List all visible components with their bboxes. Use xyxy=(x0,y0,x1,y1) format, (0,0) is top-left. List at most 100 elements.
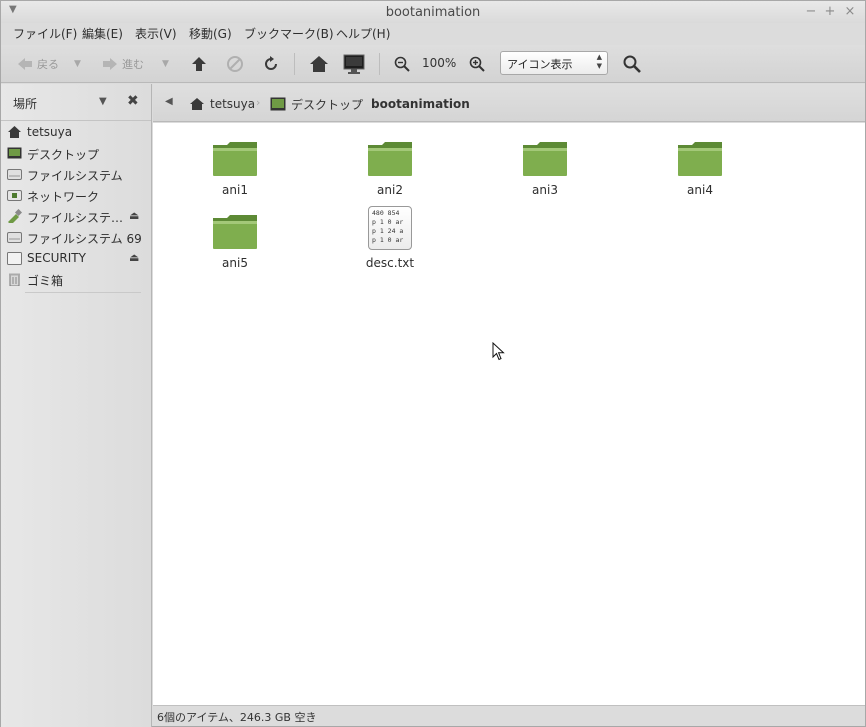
forward-history-dropdown[interactable]: ▼ xyxy=(162,54,169,74)
zoom-in-icon xyxy=(469,56,485,72)
folder-icon xyxy=(523,142,567,176)
reload-button[interactable] xyxy=(262,54,280,74)
toolbar: 戻る ▼ 進む ▼ 100% xyxy=(1,45,865,83)
menu-bar: ファイル(F) 編集(E) 表示(V) 移動(G) ブックマーク(B) ヘルプ(… xyxy=(1,23,865,45)
folder-icon xyxy=(368,142,412,176)
folder-item[interactable]: ani3 xyxy=(495,127,595,197)
sidebar-item-home[interactable]: tetsuya xyxy=(1,122,151,143)
sidebar-mode-dropdown-icon[interactable]: ▼ xyxy=(99,96,107,107)
close-sidebar-icon[interactable]: ✖ xyxy=(127,93,139,109)
window-title: bootanimation xyxy=(385,5,481,20)
computer-button[interactable] xyxy=(343,54,365,74)
desktop-icon xyxy=(7,147,22,159)
file-item[interactable]: 480 854 p 1 0 ar p 1 24 a p 1 0 ar desc.… xyxy=(340,200,440,270)
sidebar-item-security[interactable]: SECURITY ⏏ xyxy=(1,248,151,269)
back-label: 戻る xyxy=(37,58,59,71)
sidebar-item-trash[interactable]: ゴミ箱 xyxy=(1,269,151,290)
search-button[interactable] xyxy=(623,54,641,74)
menu-help[interactable]: ヘルプ(H) xyxy=(336,25,390,42)
menu-file[interactable]: ファイル(F) xyxy=(13,25,77,42)
sidebar-header: 場所 ▼ ✖ xyxy=(1,84,151,121)
sidebar-item-label: ファイルシステ… xyxy=(27,211,124,225)
status-bar: 6個のアイテム、246.3 GB 空き xyxy=(153,705,865,726)
eject-icon[interactable]: ⏏ xyxy=(129,251,139,264)
stop-button[interactable] xyxy=(226,54,244,74)
breadcrumb-label: デスクトップ xyxy=(291,97,364,112)
folder-icon xyxy=(213,215,257,249)
text-file-icon: 480 854 p 1 0 ar p 1 24 a p 1 0 ar xyxy=(368,206,412,250)
path-bar: ◀ tetsuya › デスクトップ › bootanimation xyxy=(153,84,865,122)
back-button[interactable]: 戻る xyxy=(17,54,59,74)
up-arrow-icon xyxy=(192,57,206,71)
title-bar[interactable]: ▼ bootanimation − + × xyxy=(1,1,865,23)
file-view[interactable]: ani1 ani2 ani3 ani4 ani5 480 854 p 1 0 a… xyxy=(153,123,865,705)
file-name: desc.txt xyxy=(365,256,415,270)
preview-line: p 1 0 ar xyxy=(372,236,404,244)
back-history-dropdown[interactable]: ▼ xyxy=(74,54,81,74)
forward-label: 進む xyxy=(122,58,144,71)
chevron-down-icon: ▼ xyxy=(162,59,169,69)
forward-arrow-icon xyxy=(103,58,117,70)
close-window-icon[interactable]: × xyxy=(843,4,857,19)
mouse-cursor-icon xyxy=(492,342,505,361)
breadcrumb-label: bootanimation xyxy=(371,97,470,111)
folder-item[interactable]: ani4 xyxy=(650,127,750,197)
drive-icon xyxy=(7,232,22,243)
sidebar-item-filesystem[interactable]: ファイルシステム xyxy=(1,164,151,185)
network-icon xyxy=(7,190,22,201)
menu-bookmarks[interactable]: ブックマーク(B) xyxy=(244,25,334,42)
sidebar-item-label: ゴミ箱 xyxy=(27,274,64,288)
breadcrumb-home[interactable]: tetsuya xyxy=(189,95,255,113)
breadcrumb-current[interactable]: bootanimation xyxy=(366,95,470,113)
computer-icon xyxy=(343,54,365,74)
sidebar-item-network[interactable]: ネットワーク xyxy=(1,185,151,206)
home-button[interactable] xyxy=(309,54,329,74)
folder-item[interactable]: ani1 xyxy=(185,127,285,197)
drive-icon xyxy=(7,252,22,265)
preview-line: p 1 0 ar xyxy=(372,218,404,226)
breadcrumb-separator: › xyxy=(256,96,261,109)
menu-view[interactable]: 表示(V) xyxy=(135,25,177,42)
home-icon xyxy=(190,98,204,110)
file-name: ani1 xyxy=(222,183,248,197)
up-button[interactable] xyxy=(191,54,207,74)
menu-edit[interactable]: 編集(E) xyxy=(82,25,123,42)
sidebar-item-label: tetsuya xyxy=(27,125,73,139)
eject-icon[interactable]: ⏏ xyxy=(129,209,139,222)
breadcrumb-desktop[interactable]: デスクトップ xyxy=(270,95,363,113)
sidebar-divider xyxy=(25,292,141,293)
maximize-icon[interactable]: + xyxy=(823,4,837,19)
view-mode-select[interactable]: アイコン表示 ▲ ▼ xyxy=(500,51,608,75)
trash-icon xyxy=(9,273,20,286)
desktop-icon xyxy=(270,97,286,111)
reload-icon xyxy=(265,56,277,70)
preview-line: 480 854 xyxy=(372,209,400,217)
path-scroll-left-icon[interactable]: ◀ xyxy=(165,96,173,107)
chevron-down-icon: ▼ xyxy=(74,59,81,69)
stop-icon xyxy=(227,56,243,72)
sidebar-title: 場所 xyxy=(13,97,38,111)
zoom-out-icon xyxy=(394,56,410,72)
sidebar-item-label: SECURITY xyxy=(27,251,86,265)
folder-item[interactable]: ani5 xyxy=(185,200,285,270)
forward-button[interactable]: 進む xyxy=(102,54,144,74)
breadcrumb-label: tetsuya xyxy=(210,97,256,111)
minimize-icon[interactable]: − xyxy=(804,4,818,19)
file-name: ani5 xyxy=(222,256,248,270)
home-icon xyxy=(8,126,21,138)
sidebar-item-label: ファイルシステム xyxy=(27,169,123,183)
zoom-out-button[interactable] xyxy=(394,54,410,74)
sidebar-item-filesystem-69[interactable]: ファイルシステム 69… xyxy=(1,227,151,248)
sidebar-item-desktop[interactable]: デスクトップ xyxy=(1,143,151,164)
toolbar-separator xyxy=(379,53,380,75)
folder-item[interactable]: ani2 xyxy=(340,127,440,197)
sidebar-item-usb-filesystem[interactable]: ファイルシステ… ⏏ xyxy=(1,206,151,227)
menu-go[interactable]: 移動(G) xyxy=(189,25,232,42)
folder-icon xyxy=(213,142,257,176)
file-manager-window: ▼ bootanimation − + × ファイル(F) 編集(E) 表示(V… xyxy=(0,0,866,727)
breadcrumb-separator: › xyxy=(356,96,361,109)
zoom-in-button[interactable] xyxy=(469,54,485,74)
spinner-arrows-icon: ▲ ▼ xyxy=(596,53,602,70)
zoom-level: 100% xyxy=(422,56,457,70)
file-name: ani3 xyxy=(532,183,558,197)
